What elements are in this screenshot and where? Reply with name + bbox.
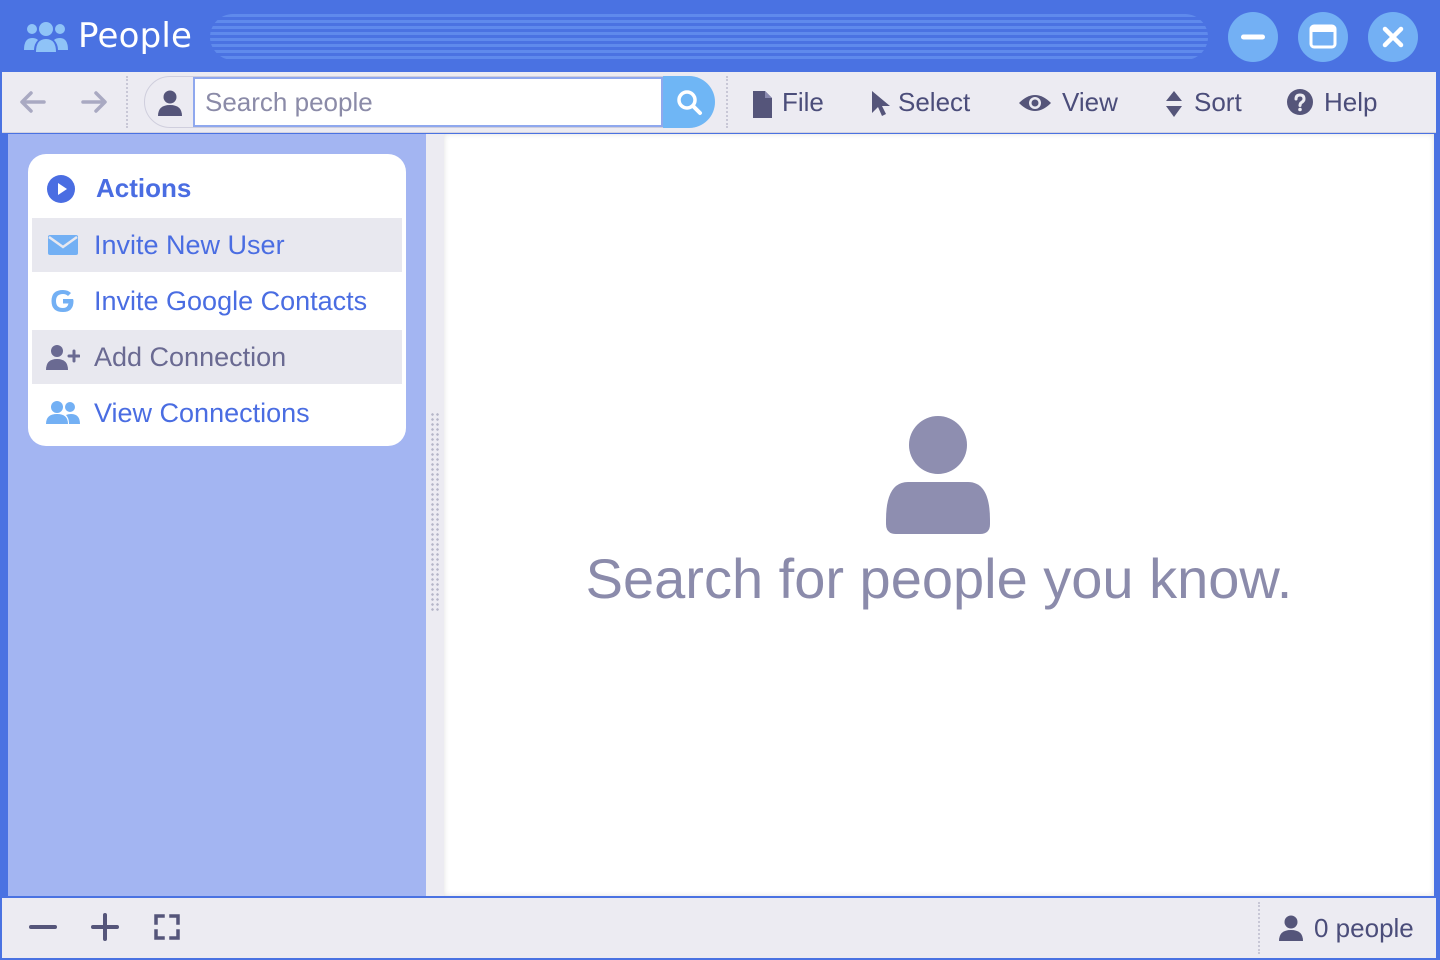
search-input[interactable] [193,77,663,127]
add-connection-item[interactable]: Add Connection [32,330,402,384]
plus-icon[interactable] [90,912,120,942]
menu-view[interactable]: View [1018,82,1138,122]
people-count-label: 0 people [1314,913,1414,943]
title-drag-handle[interactable] [210,14,1208,60]
search-button[interactable] [663,76,715,128]
actions-panel: Actions Invite New User Invite Google Co… [28,154,406,446]
users-icon [24,22,68,52]
menu-file[interactable]: File [750,82,840,122]
menu-help[interactable]: Help [1286,82,1396,122]
sort-icon [1166,91,1182,117]
menu-select[interactable]: Select [868,82,988,122]
search-icon [677,90,702,115]
user-icon [158,90,182,116]
toolbar-separator [126,76,128,128]
toolbar: File Select View Sort [2,72,1436,133]
arrow-left-icon[interactable] [18,88,48,116]
menu-sort[interactable]: Sort [1164,82,1254,122]
invite-new-user-label: Invite New User [94,230,285,260]
title-bar[interactable]: People [0,0,1440,72]
sidebar: Actions Invite New User Invite Google Co… [8,134,426,896]
minimize-icon [1241,34,1265,40]
splitter-grip[interactable] [430,412,440,612]
user-icon [1279,915,1303,941]
user-plus-icon [46,345,80,370]
results-pane: Search for people you know. [444,134,1434,896]
statusbar-separator [1258,902,1260,954]
actions-title: Actions [96,173,192,203]
close-icon [1382,26,1404,48]
status-bar: 0 people [2,898,1436,958]
people-window: People Search people File Select View So… [0,0,1440,960]
play-circle-icon [47,175,75,203]
maximize-button[interactable] [1298,12,1348,62]
envelope-icon [48,235,78,255]
invite-google-contacts-item[interactable]: Invite Google Contacts [32,274,402,328]
maximize-icon [1309,24,1337,49]
expand-icon[interactable] [152,912,182,942]
view-connections-label: View Connections [94,398,310,428]
actions-header[interactable]: Actions [28,168,406,208]
pointer-icon [872,91,890,116]
window-title: People [78,16,193,56]
close-button[interactable] [1368,12,1418,62]
arrow-right-icon[interactable] [79,88,109,116]
empty-state-message: Search for people you know. [585,547,1293,610]
view-connections-item[interactable]: View Connections [32,386,402,440]
minimize-button[interactable] [1228,12,1278,62]
toolbar-separator [726,76,728,128]
google-icon [51,290,74,312]
invite-new-user-item[interactable]: Invite New User [32,218,402,272]
panel-splitter[interactable] [426,134,444,896]
eye-icon [1019,95,1051,111]
invite-google-contacts-label: Invite Google Contacts [94,286,368,316]
file-icon [753,91,772,118]
user-icon [886,416,990,534]
add-connection-label: Add Connection [94,342,287,372]
minus-icon[interactable] [28,912,58,942]
question-circle-icon [1287,89,1313,115]
users-icon [46,401,80,424]
search-box [144,76,715,128]
